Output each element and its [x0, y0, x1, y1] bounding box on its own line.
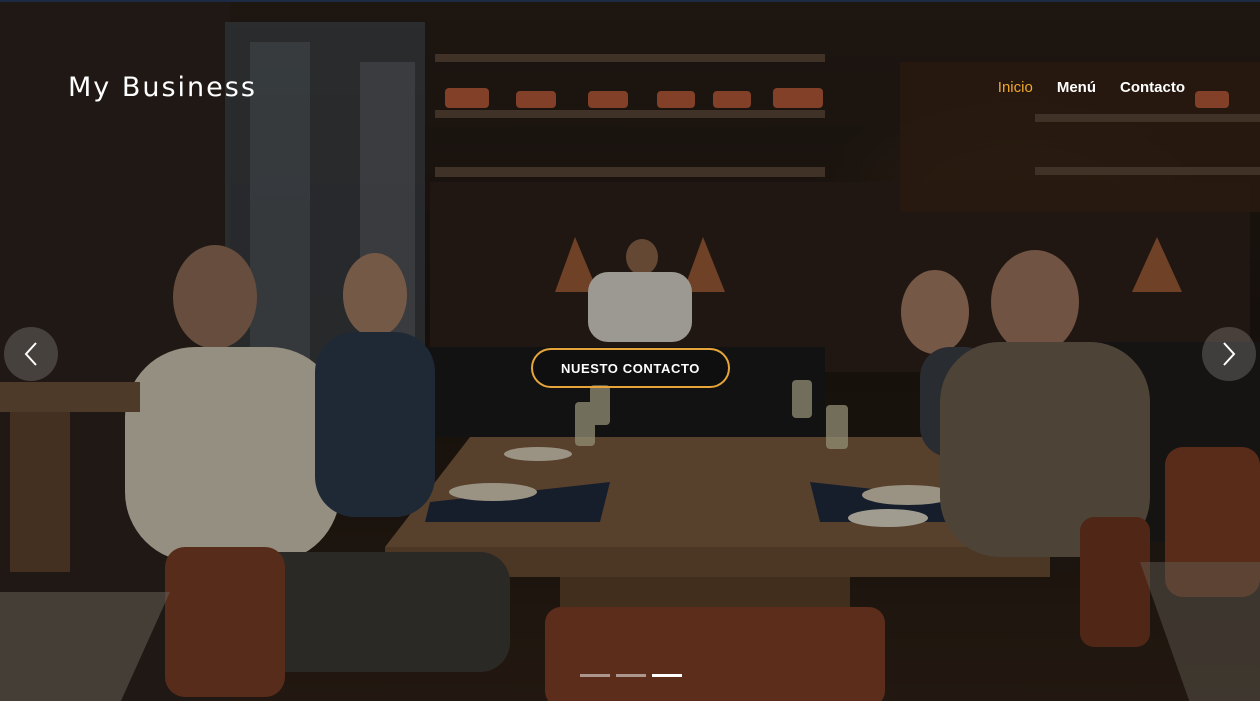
carousel-indicator-2[interactable]	[616, 674, 646, 677]
nuesto-contacto-button[interactable]: NUESTO CONTACTO	[531, 348, 730, 388]
carousel-indicator-3[interactable]	[652, 674, 682, 677]
hero-carousel: My Business Inicio Menú Contacto NUESTO …	[0, 0, 1260, 701]
carousel-indicators	[580, 674, 682, 677]
main-nav: Inicio Menú Contacto	[998, 79, 1185, 96]
chevron-right-icon	[1223, 342, 1236, 366]
carousel-indicator-1[interactable]	[580, 674, 610, 677]
nav-item-inicio[interactable]: Inicio	[998, 79, 1033, 96]
brand-logo[interactable]: My Business	[68, 72, 257, 103]
nav-item-contacto[interactable]: Contacto	[1120, 79, 1185, 96]
carousel-prev-button[interactable]	[4, 327, 58, 381]
chevron-left-icon	[24, 342, 37, 366]
nav-item-menu[interactable]: Menú	[1057, 79, 1096, 96]
carousel-next-button[interactable]	[1202, 327, 1256, 381]
